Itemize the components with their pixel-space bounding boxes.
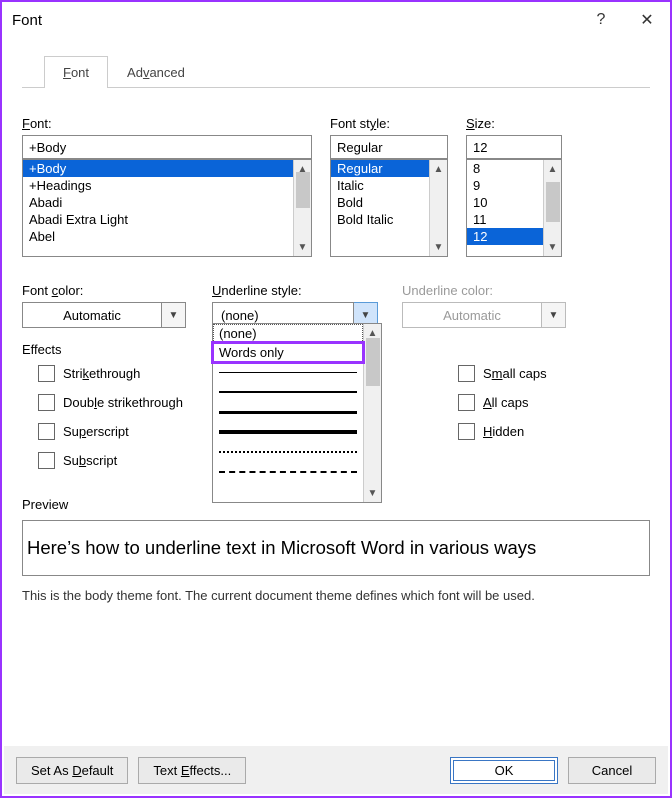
size-scrollbar[interactable]: ▲ ▼: [543, 160, 561, 256]
size-list-item[interactable]: 10: [467, 194, 543, 211]
size-label: Size:: [466, 116, 562, 131]
scroll-up-icon[interactable]: ▲: [430, 160, 447, 178]
underline-option-none[interactable]: (none): [213, 324, 363, 343]
checkbox-icon: [38, 452, 55, 469]
underline-option-thick2[interactable]: [213, 382, 363, 402]
underline-column: Underline style: (none) ▼ (none) Words o…: [212, 273, 382, 328]
tabstrip: Font Advanced: [22, 38, 650, 88]
style-list-item[interactable]: Regular: [331, 160, 429, 177]
smallcaps-checkbox[interactable]: Small caps: [458, 365, 648, 382]
font-list-item[interactable]: Abadi: [23, 194, 293, 211]
font-input[interactable]: [22, 135, 312, 159]
underline-dropdown[interactable]: (none) Words only ▲ ▼: [212, 323, 382, 503]
style-scrollbar[interactable]: ▲ ▼: [429, 160, 447, 256]
scroll-down-icon[interactable]: ▼: [544, 238, 561, 256]
set-default-button[interactable]: Set As Default: [16, 757, 128, 784]
font-list-item[interactable]: +Headings: [23, 177, 293, 194]
font-scrollbar[interactable]: ▲ ▼: [293, 160, 311, 256]
fontcolor-label: Font color:: [22, 283, 192, 298]
chevron-down-icon: ▼: [549, 310, 559, 321]
chevron-down-icon: ▼: [169, 310, 179, 321]
checkbox-icon: [38, 423, 55, 440]
scroll-up-icon[interactable]: ▲: [544, 160, 561, 178]
fontcolor-column: Font color: Automatic ▼: [22, 273, 192, 328]
text-effects-button[interactable]: Text Effects...: [138, 757, 246, 784]
size-listbox[interactable]: 8 9 10 11 12 ▲ ▼: [466, 159, 562, 257]
font-list-item[interactable]: Abel: [23, 228, 293, 245]
close-button[interactable]: ✕: [624, 2, 670, 38]
style-list-item[interactable]: Bold Italic: [331, 211, 429, 228]
cancel-button[interactable]: Cancel: [568, 757, 656, 784]
scroll-down-icon[interactable]: ▼: [294, 238, 311, 256]
underline-option-dotted[interactable]: [213, 442, 363, 462]
preview-box: Here’s how to underline text in Microsof…: [22, 520, 650, 576]
checkbox-icon: [38, 394, 55, 411]
ulcolor-combo: Automatic ▼: [402, 302, 572, 328]
ulcolor-dropdown-button: ▼: [542, 302, 566, 328]
checkbox-icon: [458, 423, 475, 440]
dialog-footer: Set As Default Text Effects... OK Cancel: [4, 746, 668, 794]
underline-option-thick3[interactable]: [213, 402, 363, 422]
scroll-thumb[interactable]: [546, 182, 560, 222]
style-list-item[interactable]: Italic: [331, 177, 429, 194]
titlebar: Font ? ✕: [2, 2, 670, 38]
size-column: Size: 8 9 10 11 12 ▲ ▼: [466, 106, 562, 257]
style-column: Font style: Regular Italic Bold Bold Ita…: [330, 106, 448, 257]
style-input[interactable]: [330, 135, 448, 159]
hidden-checkbox[interactable]: Hidden: [458, 423, 648, 440]
size-input[interactable]: [466, 135, 562, 159]
ulcolor-column: Underline color: Automatic ▼: [402, 273, 572, 328]
scroll-thumb[interactable]: [296, 172, 310, 208]
underline-option-dashed[interactable]: [213, 462, 363, 482]
tab-content: Font: +Body +Headings Abadi Abadi Extra …: [2, 88, 670, 613]
scroll-down-icon[interactable]: ▼: [364, 484, 381, 502]
font-row: Font: +Body +Headings Abadi Abadi Extra …: [22, 106, 650, 257]
font-column: Font: +Body +Headings Abadi Abadi Extra …: [22, 106, 312, 257]
preview-note: This is the body theme font. The current…: [22, 588, 650, 603]
color-underline-row: Font color: Automatic ▼ Underline style:…: [22, 273, 650, 328]
size-list-item[interactable]: 12: [467, 228, 543, 245]
effects-col-right: Small caps All caps Hidden: [458, 365, 648, 469]
scroll-thumb[interactable]: [366, 338, 380, 386]
checkbox-icon: [38, 365, 55, 382]
allcaps-checkbox[interactable]: All caps: [458, 394, 648, 411]
font-label: Font:: [22, 116, 312, 131]
fontcolor-dropdown-button[interactable]: ▼: [162, 302, 186, 328]
size-list-item[interactable]: 8: [467, 160, 543, 177]
font-list-item[interactable]: +Body: [23, 160, 293, 177]
chevron-down-icon: ▼: [361, 310, 371, 321]
font-listbox[interactable]: +Body +Headings Abadi Abadi Extra Light …: [22, 159, 312, 257]
style-list-item[interactable]: Bold: [331, 194, 429, 211]
style-listbox[interactable]: Regular Italic Bold Bold Italic ▲ ▼: [330, 159, 448, 257]
scroll-down-icon[interactable]: ▼: [430, 238, 447, 256]
checkbox-icon: [458, 394, 475, 411]
tab-font[interactable]: Font: [44, 56, 108, 88]
tab-advanced[interactable]: Advanced: [108, 56, 204, 88]
help-button[interactable]: ?: [578, 2, 624, 38]
ulcolor-value: Automatic: [402, 302, 542, 328]
checkbox-icon: [458, 365, 475, 382]
ok-button[interactable]: OK: [450, 757, 558, 784]
size-list-item[interactable]: 9: [467, 177, 543, 194]
underline-label: Underline style:: [212, 283, 382, 298]
underline-option-thick4[interactable]: [213, 422, 363, 442]
font-list-item[interactable]: Abadi Extra Light: [23, 211, 293, 228]
ulcolor-label: Underline color:: [402, 283, 572, 298]
fontcolor-combo[interactable]: Automatic ▼: [22, 302, 192, 328]
fontcolor-value: Automatic: [22, 302, 162, 328]
size-list-item[interactable]: 11: [467, 211, 543, 228]
style-label: Font style:: [330, 116, 448, 131]
dialog-title: Font: [12, 12, 578, 29]
underline-option-wordsonly[interactable]: Words only: [213, 343, 363, 362]
underline-option-single[interactable]: [213, 362, 363, 382]
underline-dropdown-scrollbar[interactable]: ▲ ▼: [363, 324, 381, 502]
